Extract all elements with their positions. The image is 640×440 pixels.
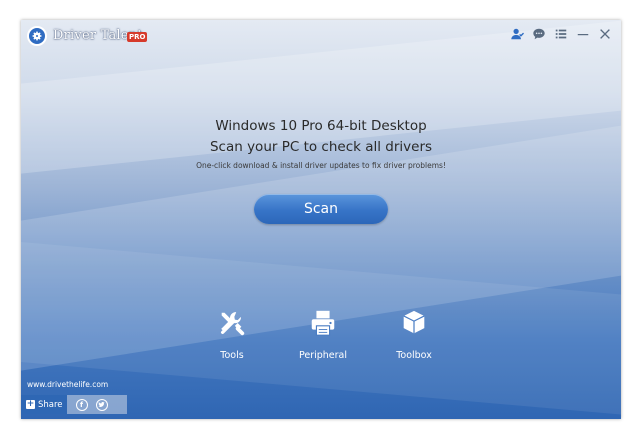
minimize-icon[interactable] — [573, 24, 593, 44]
toolbox-button[interactable]: Toolbox — [374, 308, 454, 361]
user-support-icon[interactable] — [507, 24, 527, 44]
tools-button[interactable]: Tools — [192, 308, 272, 361]
pro-badge: PRO — [127, 32, 148, 42]
gear-icon — [27, 26, 47, 46]
close-icon[interactable] — [595, 24, 615, 44]
twitter-icon[interactable] — [95, 398, 108, 411]
peripheral-button[interactable]: Peripheral — [283, 308, 363, 361]
scan-button[interactable]: Scan — [254, 194, 388, 224]
toolbox-label: Toolbox — [396, 350, 432, 361]
app-window: Driver Talent PRO Windows 10 Pro 64-bit … — [21, 20, 621, 419]
website-link[interactable]: www.drivethelife.com — [27, 380, 108, 389]
peripheral-label: Peripheral — [298, 350, 348, 361]
tools-label: Tools — [220, 350, 244, 361]
facebook-icon[interactable]: f — [75, 398, 88, 411]
wrench-screwdriver-icon — [192, 308, 272, 340]
share-button[interactable]: + Share — [21, 395, 67, 414]
chat-icon[interactable] — [529, 24, 549, 44]
share-label: Share — [38, 399, 63, 410]
os-label: Windows 10 Pro 64-bit Desktop — [215, 118, 427, 134]
plus-icon: + — [26, 399, 35, 409]
window-controls — [505, 24, 615, 44]
menu-icon[interactable] — [551, 24, 571, 44]
title-bar[interactable]: Driver Talent PRO — [21, 20, 621, 54]
scan-headline: Scan your PC to check all drivers — [209, 139, 433, 155]
scan-subline: One-click download & install driver upda… — [196, 161, 446, 170]
printer-icon — [283, 308, 363, 340]
share-bar: + Share f — [21, 395, 127, 414]
cube-icon — [374, 308, 454, 340]
